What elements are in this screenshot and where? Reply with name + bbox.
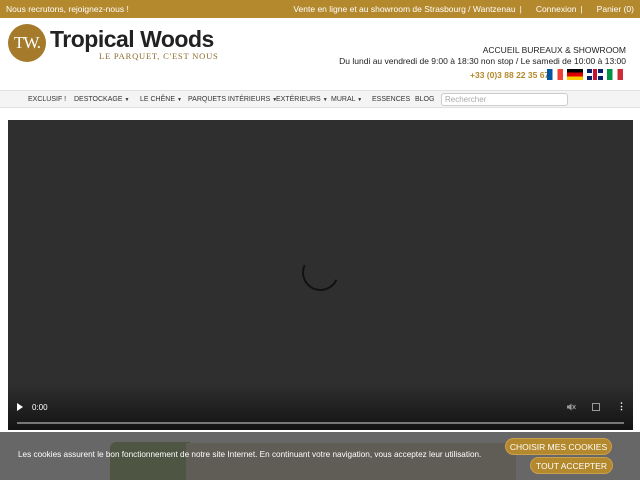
caret-down-icon: ▼ [176, 97, 182, 103]
brand-tagline: LE PARQUET, C'EST NOUS [99, 51, 219, 61]
site-header: TW. Tropical Woods LE PARQUET, C'EST NOU… [0, 18, 640, 90]
nav-item-blog[interactable]: BLOG [415, 96, 434, 103]
logo-icon[interactable]: TW. [8, 24, 46, 62]
top-bar-right: Vente en ligne et au showroom de Strasbo… [289, 4, 634, 14]
top-bar: Nous recrutons, rejoignez-nous ! Vente e… [0, 0, 640, 18]
nav-item-mural[interactable]: MURAL ▼ [331, 96, 362, 103]
video-progress-bar[interactable] [17, 422, 624, 424]
cart-link[interactable]: Panier (0) [597, 4, 634, 14]
nav-item-exterieurs[interactable]: EXTÉRIEURS ▼ [276, 96, 328, 103]
office-heading: ACCUEIL BUREAUX & SHOWROOM [482, 45, 626, 55]
nav-item-exclusif[interactable]: EXCLUSIF ! [28, 96, 66, 103]
play-icon[interactable] [17, 403, 23, 411]
accept-all-button[interactable]: TOUT ACCEPTER [530, 457, 613, 474]
phone-number[interactable]: +33 (0)3 88 22 35 67 [470, 70, 549, 80]
cookie-text: Les cookies assurent le bon fonctionneme… [18, 450, 482, 459]
sale-info-text: Vente en ligne et au showroom de Strasbo… [293, 4, 516, 14]
separator: | [519, 4, 522, 14]
login-link[interactable]: Connexion [536, 4, 577, 14]
more-options-icon[interactable]: ⋮ [617, 401, 626, 412]
caret-down-icon: ▼ [322, 97, 328, 103]
video-player[interactable]: 0:00 ⋮ [8, 120, 633, 430]
flag-fr-icon[interactable] [547, 69, 563, 80]
mute-icon[interactable] [566, 402, 576, 412]
nav-item-destockage[interactable]: DESTOCKAGE ▼ [74, 96, 129, 103]
caret-down-icon: ▼ [357, 97, 363, 103]
opening-hours: Du lundi au vendredi de 9:00 à 18:30 non… [339, 56, 626, 66]
recruit-link[interactable]: Nous recrutons, rejoignez-nous ! [6, 4, 129, 14]
video-time: 0:00 [32, 403, 48, 412]
search-input[interactable] [441, 93, 568, 106]
separator: | [580, 4, 583, 14]
loading-spinner-icon [296, 248, 345, 297]
flag-it-icon[interactable] [607, 69, 623, 80]
caret-down-icon: ▼ [124, 97, 130, 103]
brand-name[interactable]: Tropical Woods [50, 26, 214, 53]
fullscreen-icon[interactable] [592, 403, 600, 411]
cookie-banner: Les cookies assurent le bon fonctionneme… [0, 432, 640, 480]
nav-item-parquets-interieurs[interactable]: PARQUETS INTÉRIEURS ▼ [188, 96, 277, 103]
flag-de-icon[interactable] [567, 69, 583, 80]
flag-uk-icon[interactable] [587, 69, 603, 80]
nav-item-le-chene[interactable]: LE CHÊNE ▼ [140, 96, 182, 103]
nav-item-essences[interactable]: ESSENCES [372, 96, 410, 103]
main-nav: EXCLUSIF ! DESTOCKAGE ▼ LE CHÊNE ▼ PARQU… [0, 90, 640, 108]
choose-cookies-button[interactable]: CHOISIR MES COOKIES [505, 438, 612, 455]
